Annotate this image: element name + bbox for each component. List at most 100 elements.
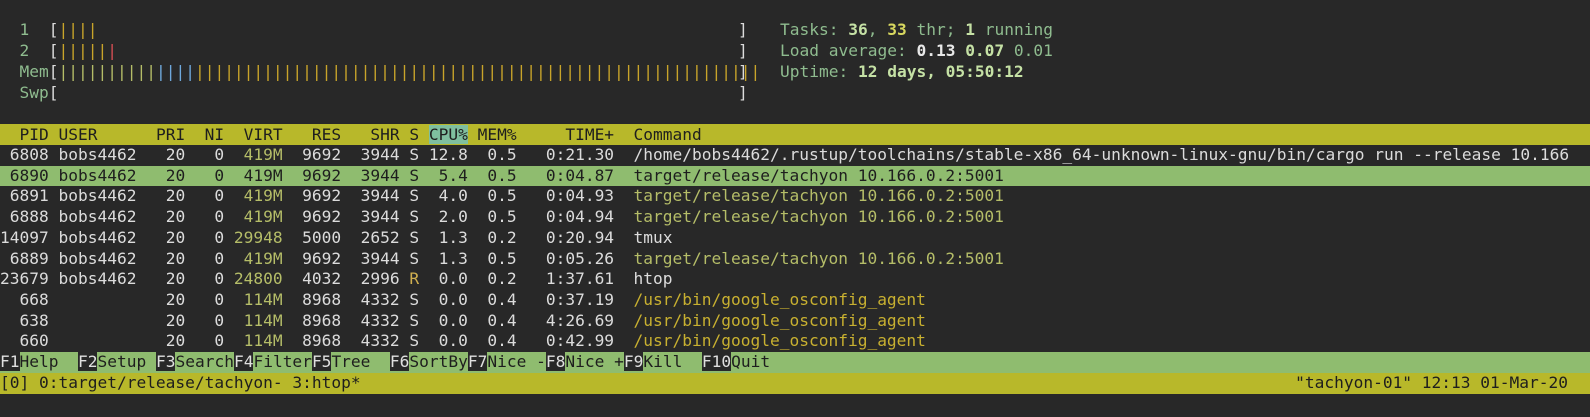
fkey-f7[interactable]: F7 — [467, 352, 488, 371]
cell-time: 1:37.61 — [526, 269, 634, 289]
process-row[interactable]: 638 20 0 114M 8968 4332 S 0.0 0.4 4:26.6… — [0, 311, 1590, 332]
tmux-windows[interactable]: [0] 0:target/release/tachyon- 3:htop* — [0, 373, 361, 392]
fkey-label-f5[interactable]: Tree — [331, 352, 389, 371]
fkey-label-f7[interactable]: Nice - — [487, 352, 545, 371]
cell-time: 0:04.94 — [526, 207, 634, 227]
column-header-mem[interactable]: MEM% — [468, 125, 526, 144]
column-header-user[interactable]: USER — [58, 125, 155, 144]
fkey-label-f8[interactable]: Nice + — [565, 352, 623, 371]
mem-label: Mem — [19, 62, 49, 81]
column-header-pid[interactable]: PID — [0, 125, 58, 144]
cell-time: 0:04.87 — [526, 165, 634, 185]
column-header-ni[interactable]: NI — [195, 125, 234, 144]
column-header-cpu[interactable]: CPU% — [428, 125, 468, 144]
tasks-count: 36 — [848, 20, 868, 39]
cell-user: bobs4462 — [58, 227, 156, 247]
fkey-label-f6[interactable]: SortBy — [409, 352, 467, 371]
fkey-f8[interactable]: F8 — [545, 352, 566, 371]
cell-cpu: 12.8 — [428, 145, 478, 164]
cell-time: 0:21.30 — [526, 145, 634, 164]
process-row[interactable]: 668 20 0 114M 8968 4332 S 0.0 0.4 0:37.1… — [0, 290, 1590, 311]
fkey-f2[interactable]: F2 — [77, 352, 98, 371]
cell-user: bobs4462 — [58, 248, 156, 268]
mem-close-bracket: ] — [738, 62, 748, 81]
column-header-pri[interactable]: PRI — [156, 125, 195, 144]
threads-count: 33 — [887, 20, 907, 39]
cell-res: 8968 — [292, 310, 351, 330]
cell-user: bobs4462 — [58, 186, 156, 206]
cell-user — [58, 331, 155, 350]
cell-command: target/release/tachyon 10.166.0.2:5001 — [633, 248, 1004, 268]
column-header-time[interactable]: TIME+ — [526, 125, 633, 144]
cell-mem: 0.5 — [477, 186, 527, 206]
column-header-shr[interactable]: SHR — [351, 125, 409, 144]
fkey-f10[interactable]: F10 — [701, 352, 732, 371]
swp-close-bracket: ] — [738, 83, 748, 102]
process-row[interactable]: 6890 bobs4462 20 0 419M 9692 3944 S 5.4 … — [0, 165, 1590, 187]
fkey-f1[interactable]: F1 — [0, 352, 20, 371]
load-label: Load average: — [780, 41, 917, 60]
cell-shr: 2996 — [350, 269, 410, 289]
fkey-label-f3[interactable]: Search — [175, 352, 233, 371]
cell-pid: 6808 — [0, 145, 59, 164]
fkey-f9[interactable]: F9 — [623, 352, 644, 371]
cell-virt: 419M — [233, 248, 293, 268]
process-row[interactable]: 6891 bobs4462 20 0 419M 9692 3944 S 4.0 … — [0, 186, 1590, 207]
process-row[interactable]: 660 20 0 114M 8968 4332 S 0.0 0.4 0:42.9… — [0, 331, 1590, 352]
cell-mem: 0.4 — [477, 331, 527, 351]
uptime-line: Uptime: 12 days, 05:50:12 — [780, 62, 1024, 83]
column-header-res[interactable]: RES — [292, 125, 350, 144]
fkey-label-f1[interactable]: Help — [20, 352, 78, 371]
cell-pid: 638 — [0, 310, 59, 330]
process-row[interactable]: 23679 bobs4462 20 0 24800 4032 2996 R 0.… — [0, 269, 1590, 290]
cell-mem: 0.5 — [477, 165, 527, 185]
fkey-label-f4[interactable]: Filter — [253, 352, 311, 371]
cell-command: target/release/tachyon 10.166.0.2:5001 — [633, 186, 1004, 206]
cell-time: 4:26.69 — [526, 310, 634, 330]
column-header-s[interactable]: S — [409, 125, 429, 144]
cell-pid: 23679 — [0, 269, 59, 289]
running-label: running — [974, 20, 1053, 39]
fkey-f3[interactable]: F3 — [155, 352, 176, 371]
cell-mem: 0.4 — [477, 289, 527, 309]
column-header-command[interactable]: Command — [634, 125, 702, 144]
cell-pid: 660 — [0, 331, 59, 351]
cell-command: target/release/tachyon 10.166.0.2:5001 — [633, 207, 1004, 227]
cell-ni: 0 — [194, 331, 234, 351]
fkey-label-f10[interactable]: Quit — [731, 352, 770, 371]
fkey-label-f2[interactable]: Setup — [97, 352, 155, 371]
cell-cpu: 5.4 — [428, 165, 478, 185]
cell-ni: 0 — [194, 289, 234, 309]
fkey-f5[interactable]: F5 — [311, 352, 332, 371]
mem-open-bracket: [ — [48, 62, 59, 81]
tmux-status-bar: [0] 0:target/release/tachyon- 3:htop* "ta… — [0, 373, 1590, 394]
load5: 0.07 — [965, 41, 1005, 60]
cell-state: S — [409, 207, 429, 227]
process-row[interactable]: 6888 bobs4462 20 0 419M 9692 3944 S 2.0 … — [0, 207, 1590, 228]
process-row[interactable]: 6808 bobs4462 20 0 419M 9692 3944 S 12.8… — [0, 145, 1590, 166]
fkey-label-f9[interactable]: Kill — [643, 352, 701, 371]
cell-state: S — [409, 145, 429, 164]
cell-res: 9692 — [292, 207, 351, 227]
function-key-bar: F1Help F2Setup F3SearchF4FilterF5Tree F6… — [0, 352, 1590, 373]
cell-cpu: 0.0 — [428, 289, 478, 309]
fkey-f4[interactable]: F4 — [233, 352, 254, 371]
cell-cpu: 0.0 — [428, 331, 478, 351]
cell-state: S — [409, 186, 429, 206]
cell-command: /usr/bin/google_osconfig_agent — [633, 310, 926, 330]
fkey-f6[interactable]: F6 — [389, 352, 410, 371]
cpu1-meter: 1 [|||| — [0, 20, 98, 41]
process-row[interactable]: 6889 bobs4462 20 0 419M 9692 3944 S 1.3 … — [0, 249, 1590, 270]
tasks-sep: , — [867, 20, 888, 39]
cpu2-open-bracket: [ — [48, 41, 59, 60]
cell-state: S — [409, 289, 429, 309]
cell-res: 5000 — [292, 227, 351, 247]
process-row[interactable]: 14097 bobs4462 20 0 29948 5000 2652 S 1.… — [0, 228, 1590, 249]
cell-pid: 6888 — [0, 207, 59, 227]
cell-virt: 114M — [233, 331, 293, 351]
cell-state: S — [409, 331, 429, 351]
tmux-host-time: "tachyon-01" 12:13 01-Mar-20 — [1295, 373, 1568, 392]
swp-meter: Swp[ — [0, 83, 59, 104]
cell-cpu: 2.0 — [428, 207, 478, 227]
column-header-virt[interactable]: VIRT — [234, 125, 292, 144]
